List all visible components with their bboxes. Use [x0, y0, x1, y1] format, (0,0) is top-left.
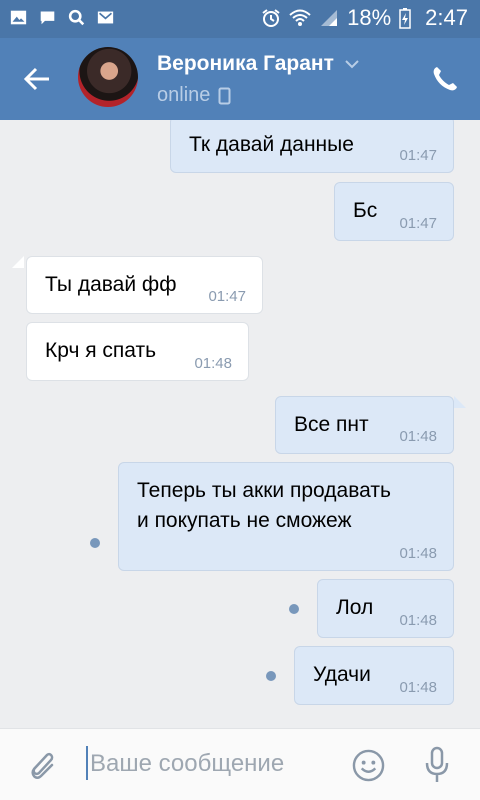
- message-composer: [0, 728, 480, 800]
- notification-icons: [10, 9, 114, 26]
- battery-icon: [399, 8, 411, 29]
- message-outgoing[interactable]: Удачи 01:48: [294, 646, 454, 705]
- message-text: Теперь ты акки продавать и покупать не с…: [137, 479, 391, 532]
- message-time: 01:48: [399, 612, 437, 629]
- avatar[interactable]: [78, 47, 138, 107]
- image-icon: [10, 10, 27, 25]
- contact-name: Вероника Гарант: [157, 52, 334, 75]
- call-icon[interactable]: [430, 64, 460, 94]
- message-input[interactable]: [90, 747, 330, 781]
- message-outgoing[interactable]: Все пнт 01:48: [275, 396, 454, 454]
- signal-icon: [321, 10, 338, 26]
- search-icon: [68, 9, 85, 26]
- status-bar: 18% 2:47: [0, 0, 480, 38]
- clock: 2:47: [425, 5, 468, 30]
- message-time: 01:47: [399, 215, 437, 232]
- online-status: online: [157, 84, 211, 106]
- phone-icon: [218, 87, 231, 104]
- attach-icon[interactable]: [26, 747, 58, 783]
- message-time: 01:48: [194, 355, 232, 372]
- bubble-tail: [12, 256, 24, 268]
- mail-icon: [97, 11, 114, 24]
- bubble-tail: [454, 396, 466, 408]
- message-outgoing[interactable]: Тк давай данные 01:47: [170, 120, 454, 173]
- unread-indicator: [289, 604, 299, 614]
- message-time: 01:48: [399, 428, 437, 445]
- unread-indicator: [266, 671, 276, 681]
- message-outgoing[interactable]: Лол 01:48: [317, 579, 454, 638]
- message-incoming[interactable]: Крч я спать 01:48: [26, 322, 249, 381]
- contact-status: online: [157, 84, 231, 107]
- battery-level: 18%: [347, 5, 392, 30]
- alarm-icon: [262, 9, 280, 27]
- unread-indicator: [90, 538, 100, 548]
- system-status: 18% 2:47: [261, 5, 468, 31]
- mic-icon[interactable]: [424, 746, 450, 784]
- chat-header: Вероника Гарант online: [0, 38, 480, 120]
- contact-name-row[interactable]: Вероника Гарант: [157, 52, 360, 76]
- message-time: 01:48: [399, 679, 437, 696]
- message-time: 01:48: [399, 545, 437, 562]
- back-arrow-icon[interactable]: [22, 64, 52, 94]
- message-time: 01:47: [399, 147, 437, 164]
- chevron-down-icon: [345, 60, 359, 69]
- text-cursor: [86, 746, 88, 780]
- chat-icon: [40, 11, 55, 25]
- message-list[interactable]: Тк давай данные 01:47 Бс 01:47 Ты давай …: [0, 120, 480, 728]
- message-outgoing[interactable]: Теперь ты акки продавать и покупать не с…: [118, 462, 454, 571]
- emoji-icon[interactable]: [352, 749, 385, 782]
- message-time: 01:47: [208, 288, 246, 305]
- wifi-icon: [289, 9, 311, 26]
- message-incoming[interactable]: Ты давай фф 01:47: [26, 256, 263, 314]
- message-outgoing[interactable]: Бс 01:47: [334, 182, 454, 241]
